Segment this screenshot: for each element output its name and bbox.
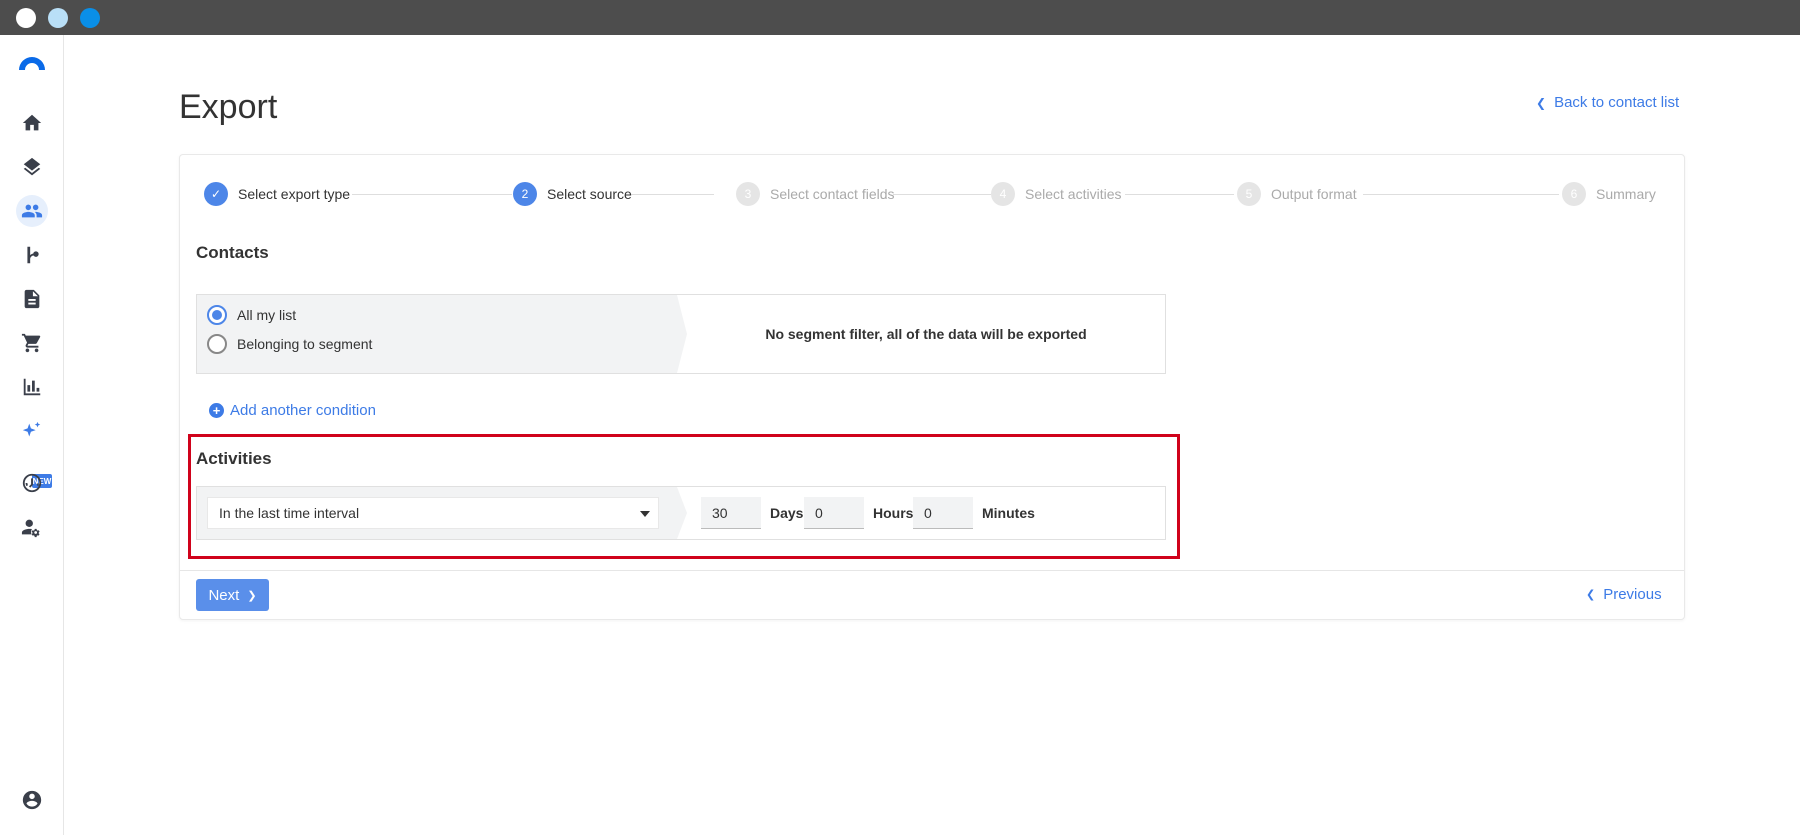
contacts-condition-box: All my list Belonging to segment No segm… xyxy=(196,294,1166,374)
contacts-section-title: Contacts xyxy=(196,243,269,262)
step-output-format: 5 Output format xyxy=(1237,182,1357,206)
step-label: Summary xyxy=(1596,186,1656,202)
days-input[interactable] xyxy=(701,497,761,529)
plus-circle-icon: + xyxy=(209,403,224,418)
radio-label: All my list xyxy=(237,307,297,323)
radio-button[interactable] xyxy=(207,305,227,325)
chevron-right-icon: ❯ xyxy=(247,589,257,602)
account-icon xyxy=(22,790,42,810)
sidebar-item-ai[interactable] xyxy=(16,415,48,447)
interval-select-value: In the last time interval xyxy=(219,505,360,521)
activities-condition-box: In the last time interval Days Hours Min… xyxy=(196,486,1166,540)
home-icon xyxy=(22,114,42,131)
step-number: 6 xyxy=(1562,182,1586,206)
radio-belonging-to-segment[interactable]: Belonging to segment xyxy=(207,334,372,354)
window-close-button[interactable] xyxy=(16,8,36,28)
sidebar-item-documents[interactable] xyxy=(16,283,48,315)
panel-arrow xyxy=(677,295,687,373)
minutes-label: Minutes xyxy=(982,505,1035,521)
layers-icon xyxy=(23,157,41,176)
step-connector xyxy=(1363,194,1559,195)
sidebar-item-dashboard[interactable] xyxy=(16,467,48,499)
brand-logo[interactable] xyxy=(17,55,47,71)
days-label: Days xyxy=(770,505,804,521)
chevron-left-icon: ❮ xyxy=(1536,95,1547,110)
export-card: ✓ Select export type 2 Select source 3 S… xyxy=(179,154,1685,620)
radio-all-my-list[interactable]: All my list xyxy=(207,305,296,325)
radio-label: Belonging to segment xyxy=(237,336,373,352)
step-number: 5 xyxy=(1237,182,1261,206)
step-label: Select contact fields xyxy=(770,186,895,202)
add-another-condition-button[interactable]: + Add another condition xyxy=(209,402,376,419)
radio-button[interactable] xyxy=(207,334,227,354)
check-icon: ✓ xyxy=(204,182,228,206)
sidebar-item-layers[interactable] xyxy=(16,151,48,183)
step-select-export-type[interactable]: ✓ Select export type xyxy=(204,182,350,206)
back-link-label: Back to contact list xyxy=(1554,94,1680,111)
step-select-source[interactable]: 2 Select source xyxy=(513,182,632,206)
step-select-contact-fields: 3 Select contact fields xyxy=(736,182,895,206)
sidebar-item-reports[interactable] xyxy=(16,371,48,403)
window-titlebar xyxy=(0,0,1800,35)
user-settings-icon xyxy=(21,519,40,538)
step-select-activities: 4 Select activities xyxy=(991,182,1121,206)
document-icon xyxy=(24,289,40,309)
contacts-options-panel: All my list Belonging to segment xyxy=(197,295,677,373)
step-connector xyxy=(352,194,512,195)
step-label: Select export type xyxy=(238,186,351,202)
window-minimize-button[interactable] xyxy=(48,8,68,28)
next-button[interactable]: Next ❯ xyxy=(196,579,269,611)
step-number: 3 xyxy=(736,182,760,206)
minutes-input[interactable] xyxy=(913,497,973,529)
chevron-left-icon: ❮ xyxy=(1586,589,1596,601)
cart-icon xyxy=(21,333,41,353)
panel-arrow xyxy=(677,487,687,539)
sidebar-item-ecommerce[interactable] xyxy=(16,327,48,359)
previous-link-label: Previous xyxy=(1603,586,1662,603)
sidebar-item-contacts[interactable] xyxy=(16,195,48,227)
chart-icon xyxy=(23,378,41,396)
automation-icon xyxy=(27,246,39,264)
add-condition-label: Add another condition xyxy=(230,402,376,419)
step-number: 2 xyxy=(513,182,537,206)
card-footer-divider xyxy=(180,570,1684,571)
activities-section-title: Activities xyxy=(196,449,272,468)
step-number: 4 xyxy=(991,182,1015,206)
step-summary: 6 Summary xyxy=(1562,182,1656,206)
segment-filter-note: No segment filter, all of the data will … xyxy=(765,326,1087,342)
window-maximize-button[interactable] xyxy=(80,8,100,28)
sidebar: NEW xyxy=(0,35,64,835)
step-connector xyxy=(893,194,991,195)
back-to-contact-list-link[interactable]: ❮ Back to contact list xyxy=(1536,94,1679,111)
activities-interval-panel: In the last time interval xyxy=(197,487,677,539)
step-label: Output format xyxy=(1271,186,1357,202)
previous-link[interactable]: ❮ Previous xyxy=(1586,586,1662,603)
sidebar-profile[interactable] xyxy=(16,784,48,816)
page-title: Export xyxy=(179,88,278,126)
dashboard-icon xyxy=(22,473,42,493)
contacts-icon xyxy=(21,204,43,218)
step-label: Select activities xyxy=(1025,186,1122,202)
sparkle-icon xyxy=(22,421,41,437)
sidebar-item-automation[interactable] xyxy=(16,239,48,271)
next-button-label: Next xyxy=(208,586,240,604)
interval-select[interactable]: In the last time interval xyxy=(207,497,659,529)
sidebar-item-home[interactable] xyxy=(16,107,48,139)
step-connector xyxy=(630,194,714,195)
step-label: Select source xyxy=(547,186,632,202)
hours-label: Hours xyxy=(873,505,914,521)
hours-input[interactable] xyxy=(804,497,864,529)
sidebar-item-user-settings[interactable] xyxy=(16,511,48,543)
step-connector xyxy=(1125,194,1234,195)
caret-down-icon xyxy=(640,511,650,517)
